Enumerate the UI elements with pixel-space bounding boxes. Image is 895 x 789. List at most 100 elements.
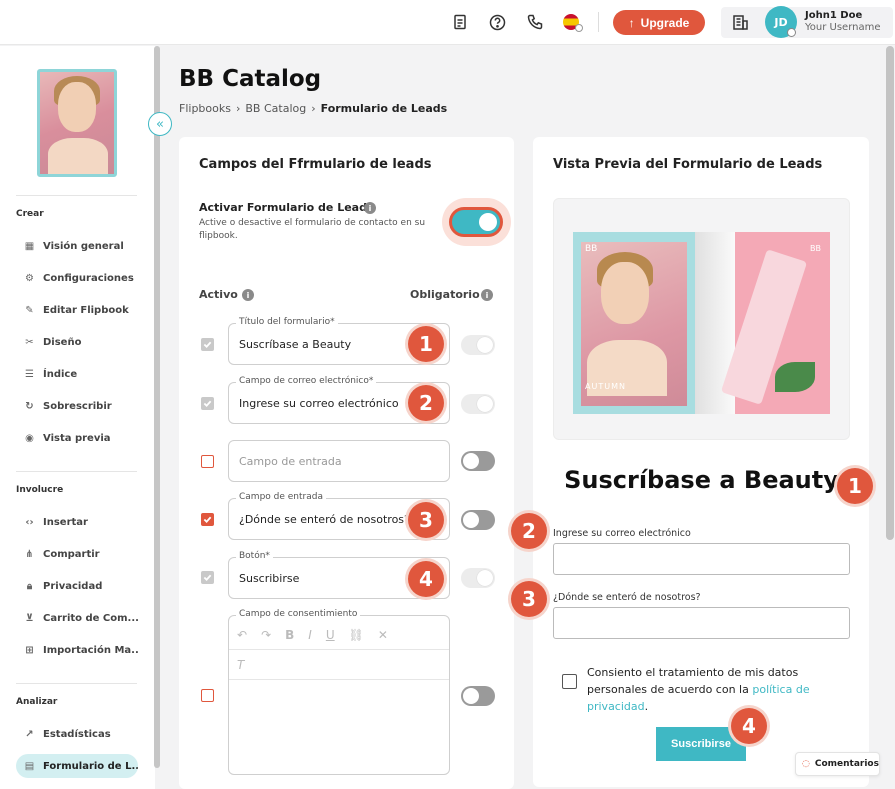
active-checkbox[interactable] xyxy=(201,571,214,584)
divider xyxy=(16,471,137,472)
activate-title: Activar Formulario de Leads xyxy=(199,201,374,214)
clear-format-icon[interactable]: T xyxy=(237,658,244,672)
trend-icon: ↗ xyxy=(25,728,34,740)
chevron-right-icon: › xyxy=(235,102,241,115)
collapse-sidebar-button[interactable]: « xyxy=(148,112,172,136)
page-brand: BB xyxy=(810,244,821,253)
required-toggle[interactable] xyxy=(461,394,495,414)
sidebar-item-vista-previa[interactable]: ◉ Vista previa xyxy=(16,426,138,450)
document-icon[interactable] xyxy=(451,13,469,31)
preview-email-input[interactable] xyxy=(553,543,850,575)
upgrade-button[interactable]: ↑ Upgrade xyxy=(613,10,705,35)
field-label: Campo de correo electrónico* xyxy=(236,376,377,386)
active-checkbox[interactable] xyxy=(201,338,214,351)
cover-brand: BB xyxy=(585,244,598,254)
chevron-down-icon xyxy=(575,24,583,32)
badge-number: 3 xyxy=(419,508,433,532)
field-value: Suscribirse xyxy=(239,572,300,585)
sidebar-item-editar-flipbook[interactable]: ✎ Editar Flipbook xyxy=(16,298,138,322)
field-value: Ingrese su correo electrónico xyxy=(239,397,399,410)
sidebar-item-sobrescribir[interactable]: ↻ Sobrescribir xyxy=(16,394,138,418)
arrow-up-icon: ↑ xyxy=(628,15,635,30)
list-icon: ☰ xyxy=(25,368,34,380)
breadcrumb-item[interactable]: Flipbooks xyxy=(179,102,231,115)
breadcrumb-item[interactable]: BB Catalog xyxy=(245,102,306,115)
flipbook-thumbnail[interactable] xyxy=(37,69,117,177)
chat-icon: ◌ xyxy=(802,759,810,769)
preview-question-input[interactable] xyxy=(553,607,850,639)
sidebar-item-carrito[interactable]: ⊻ Carrito de Com... xyxy=(16,606,138,630)
divider xyxy=(16,683,137,684)
preview-consent-text: Consiento el tratamiento de mis datos pe… xyxy=(587,664,849,715)
required-toggle[interactable] xyxy=(461,335,495,355)
refresh-icon: ↻ xyxy=(25,400,34,412)
sidebar-item-estadisticas[interactable]: ↗ Estadísticas xyxy=(16,722,138,746)
phone-icon[interactable] xyxy=(526,13,544,31)
building-icon[interactable] xyxy=(731,13,749,31)
consent-editor[interactable]: Campo de consentimiento ↶ ↷ B I U ⛓ ✕ T xyxy=(228,609,450,775)
field-value: Suscríbase a Beauty xyxy=(239,338,352,351)
sidebar-item-insertar[interactable]: ‹› Insertar xyxy=(16,510,138,534)
column-active: Activo xyxy=(199,288,238,301)
step-badge: 3 xyxy=(511,581,547,617)
active-checkbox[interactable] xyxy=(201,513,214,526)
badge-number: 3 xyxy=(522,587,536,611)
help-icon[interactable] xyxy=(488,13,506,31)
page-scrollbar[interactable] xyxy=(886,46,894,540)
info-icon[interactable]: i xyxy=(242,289,254,301)
toggle-knob xyxy=(477,337,493,353)
link-icon[interactable]: ⛓ xyxy=(349,628,364,642)
info-icon[interactable]: i xyxy=(364,202,376,214)
page-title: BB Catalog xyxy=(179,66,322,92)
sidebar-item-compartir[interactable]: ⋔ Compartir xyxy=(16,542,138,566)
required-toggle[interactable] xyxy=(461,451,495,471)
activate-form-toggle[interactable] xyxy=(449,207,503,237)
underline-icon[interactable]: U xyxy=(326,628,335,642)
step-badge: 1 xyxy=(837,468,873,504)
sidebar-item-vision-general[interactable]: ▦ Visión general xyxy=(16,234,138,258)
layout-icon: ▦ xyxy=(24,240,35,252)
column-required: Obligatorio xyxy=(410,288,480,301)
palette-icon: ✂ xyxy=(25,336,34,348)
badge-number: 2 xyxy=(522,519,536,543)
sidebar-item-formulario-leads[interactable]: ▤ Formulario de L... xyxy=(16,754,138,778)
badge-number: 4 xyxy=(419,567,433,591)
sidebar-item-importacion[interactable]: ⊞ Importación Ma... xyxy=(16,638,138,662)
section-title-analizar: Analizar xyxy=(16,697,58,707)
cover-face xyxy=(58,82,96,132)
active-checkbox[interactable] xyxy=(201,689,214,702)
sidebar-item-privacidad[interactable]: 🔒︎ Privacidad xyxy=(16,574,138,598)
feedback-button[interactable]: ◌ Comentarios xyxy=(795,752,880,776)
section-title-involucre: Involucre xyxy=(16,485,64,495)
preview-form-title: Suscríbase a Beauty xyxy=(564,466,839,494)
toggle-knob xyxy=(463,688,479,704)
required-toggle[interactable] xyxy=(461,568,495,588)
sidebar-scrollbar[interactable] xyxy=(154,46,160,768)
pencil-icon: ✎ xyxy=(25,304,34,316)
badge-number: 1 xyxy=(848,474,862,498)
sidebar-item-indice[interactable]: ☰ Índice xyxy=(16,362,138,386)
field-label: Campo de consentimiento xyxy=(236,609,361,619)
preview-consent-checkbox[interactable] xyxy=(562,674,577,689)
sidebar-item-configuraciones[interactable]: ⚙ Configuraciones xyxy=(16,266,138,290)
italic-icon[interactable]: I xyxy=(308,628,312,642)
divider xyxy=(598,12,599,32)
submit-label: Suscribirse xyxy=(671,738,731,750)
field-value: ¿Dónde se enteró de nosotros? xyxy=(239,513,410,526)
unlink-icon[interactable]: ✕ xyxy=(378,628,388,642)
bold-icon[interactable]: B xyxy=(285,628,294,642)
cart-icon: ⊻ xyxy=(25,612,34,624)
redo-icon[interactable]: ↷ xyxy=(261,628,271,642)
sidebar-item-diseno[interactable]: ✂ Diseño xyxy=(16,330,138,354)
badge-number: 4 xyxy=(742,714,756,738)
undo-icon[interactable]: ↶ xyxy=(237,628,247,642)
required-toggle[interactable] xyxy=(461,686,495,706)
active-checkbox[interactable] xyxy=(201,397,214,410)
active-checkbox[interactable] xyxy=(201,455,214,468)
leaf-image xyxy=(775,362,815,392)
info-icon[interactable]: i xyxy=(481,289,493,301)
magazine-page-image: BB xyxy=(720,232,830,414)
required-toggle[interactable] xyxy=(461,510,495,530)
input-field-empty[interactable]: Campo de entrada xyxy=(228,440,450,482)
field-label: Campo de entrada xyxy=(236,492,326,502)
